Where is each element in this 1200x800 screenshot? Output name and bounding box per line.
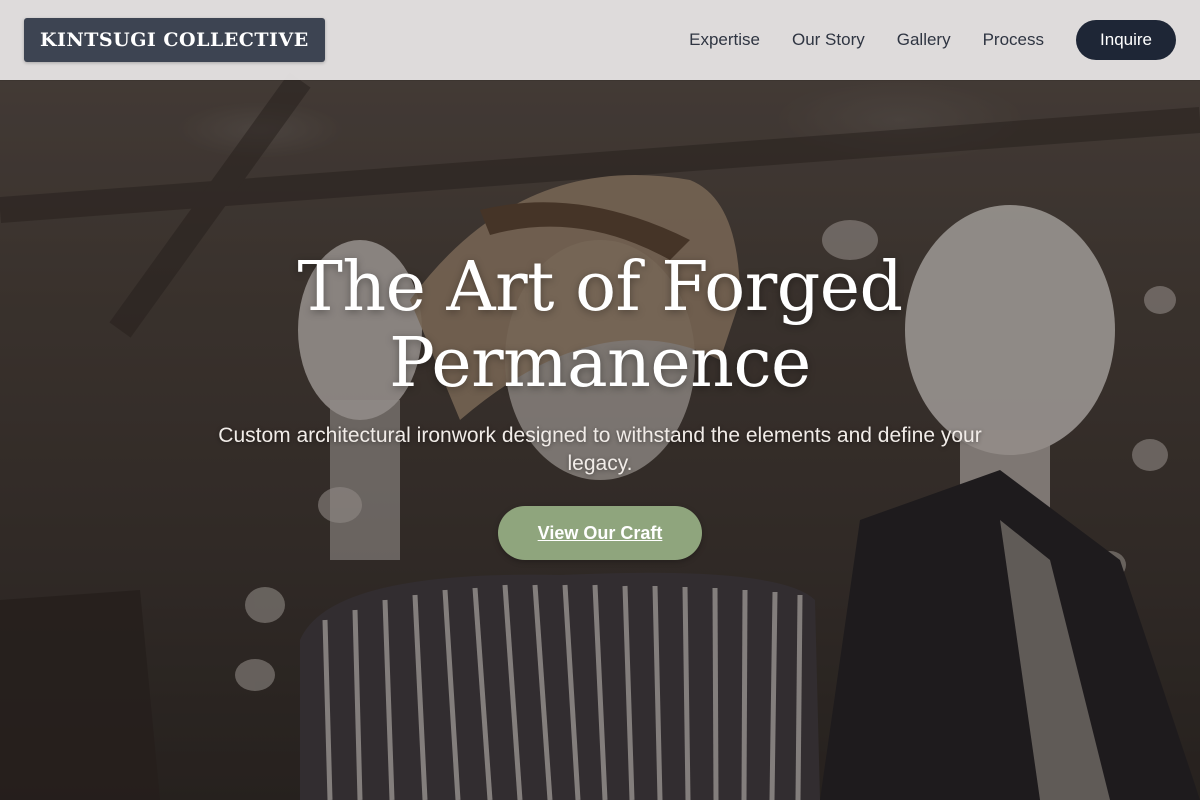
nav-link-process[interactable]: Process <box>983 30 1044 50</box>
hero-title-line-2: Permanence <box>389 324 811 403</box>
hero-subtitle: Custom architectural ironwork designed t… <box>218 424 982 475</box>
nav-link-expertise[interactable]: Expertise <box>689 30 760 50</box>
hero-title-line-1: The Art of Forged <box>297 248 904 327</box>
brand-logo[interactable]: KINTSUGI COLLECTIVE <box>24 18 325 62</box>
hero-title: The Art of Forged Permanence <box>150 250 1050 402</box>
nav-link-gallery[interactable]: Gallery <box>897 30 951 50</box>
main-nav: Expertise Our Story Gallery Process Inqu… <box>657 20 1176 60</box>
site-header: KINTSUGI COLLECTIVE Expertise Our Story … <box>0 0 1200 80</box>
inquire-button[interactable]: Inquire <box>1076 20 1176 60</box>
view-our-craft-button[interactable]: View Our Craft <box>497 506 703 560</box>
hero-content: The Art of Forged Permanence Custom arch… <box>150 250 1050 560</box>
nav-link-our-story[interactable]: Our Story <box>792 30 865 50</box>
